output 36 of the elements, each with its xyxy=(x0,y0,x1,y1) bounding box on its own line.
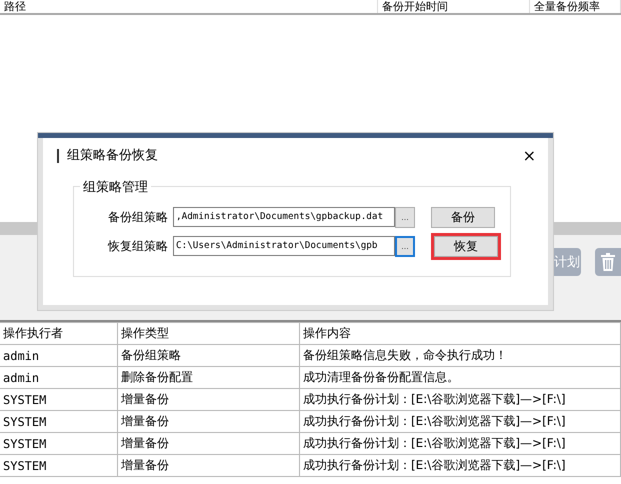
column-header[interactable]: 路径 xyxy=(0,0,378,13)
table-cell: 备份组策略信息失败，命令执行成功！ xyxy=(300,344,620,366)
group-legend: 组策略管理 xyxy=(80,178,151,196)
table-cell: admin xyxy=(0,366,118,388)
browse-button[interactable]: ... xyxy=(395,236,415,256)
table-cell: 备份组策略 xyxy=(118,344,300,366)
table-cell: SYSTEM xyxy=(0,410,118,432)
table-cell: 删除备份配置 xyxy=(118,366,300,388)
table-cell: 成功执行备份计划：[E:\谷歌浏览器下载]—>[F:\] xyxy=(300,432,620,454)
dialog-title: 组策略备份恢复 xyxy=(57,149,158,163)
field-label: 恢复组策略 xyxy=(106,238,169,254)
table-cell: 成功执行备份计划：[E:\谷歌浏览器下载]—>[F:\] xyxy=(300,410,620,432)
delete-button[interactable] xyxy=(595,248,621,276)
path-field[interactable]: C:\Users\Administrator\Documents\gpb xyxy=(173,236,395,256)
column-header[interactable]: 操作类型 xyxy=(118,322,300,344)
path-field[interactable]: ,Administrator\Documents\gpbackup.dat xyxy=(173,207,395,227)
table-cell: SYSTEM xyxy=(0,388,118,410)
table-cell: 成功执行备份计划：[E:\谷歌浏览器下载]—>[F:\] xyxy=(300,454,620,476)
table-cell: 增量备份 xyxy=(118,410,300,432)
table-cell: 增量备份 xyxy=(118,388,300,410)
table-cell: SYSTEM xyxy=(0,432,118,454)
browse-button[interactable]: ... xyxy=(395,206,415,228)
column-header[interactable]: 全量备份频率 xyxy=(530,0,621,13)
trash-icon xyxy=(601,253,615,271)
table-cell: 增量备份 xyxy=(118,432,300,454)
table-cell: 成功执行备份计划：[E:\谷歌浏览器下载]—>[F:\] xyxy=(300,388,620,410)
column-header[interactable]: 操作执行者 xyxy=(0,322,118,344)
table-cell: 成功清理备份备份配置信息。 xyxy=(300,366,620,388)
close-button[interactable]: × xyxy=(522,148,536,164)
action-button[interactable]: 备份 xyxy=(431,206,495,228)
table-cell: SYSTEM xyxy=(0,454,118,476)
table-cell: admin xyxy=(0,344,118,366)
table-cell: 增量备份 xyxy=(118,454,300,476)
column-header[interactable]: 备份开始时间 xyxy=(378,0,530,13)
field-label: 备份组策略 xyxy=(107,208,169,226)
column-header[interactable]: 操作内容 xyxy=(300,322,620,344)
